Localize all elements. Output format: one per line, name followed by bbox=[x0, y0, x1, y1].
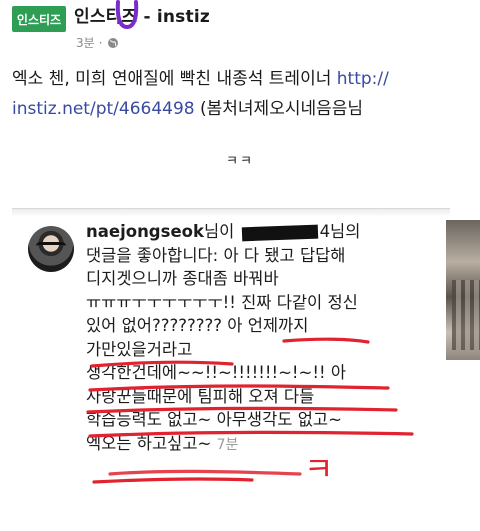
comment-line-8: 사랑꾼들때문에 팀피해 오져 다들 bbox=[86, 386, 315, 406]
comment-line-6: 가만있을거라고 bbox=[86, 339, 193, 359]
post-text-1: 엑소 첸, 미희 연애질에 빡친 내종석 트레이너 bbox=[12, 69, 337, 89]
comment-line-1: naejongseok님이 4님의 bbox=[86, 220, 446, 244]
post-text-2: (봄처녀제오시네음음님 bbox=[194, 99, 364, 119]
comment-notification: naejongseok님이 4님의 댓글을 좋아합니다: 아 다 됐고 답답해 … bbox=[86, 220, 446, 455]
post-meta: 3분 · bbox=[76, 34, 119, 51]
post-time[interactable]: 3분 bbox=[76, 34, 95, 51]
scribble-mark bbox=[115, 0, 139, 30]
comment-line10-text: 엑오는 하고싶고~ bbox=[86, 433, 212, 453]
comment-line-5: 있어 없어???????? 아 언제까지 bbox=[86, 316, 309, 335]
screenshot-edge bbox=[12, 209, 450, 217]
post-link-end[interactable]: instiz.net/pt/4664498 bbox=[12, 99, 195, 119]
comment-line-4: ㅠㅠㅠㅜㅜㅜㅜㅜㅜ!! 진짜 다같이 정신 bbox=[86, 292, 358, 312]
globe-icon bbox=[107, 37, 118, 48]
comment-time: 7분 bbox=[216, 436, 239, 453]
comment-mid: 님이 bbox=[203, 222, 240, 241]
comment-line-9: 학습능력도 없고~ 아무생각도 없고~ bbox=[86, 410, 342, 429]
comment-line-10: 엑오는 하고싶고~ 7분 bbox=[86, 432, 446, 456]
page-name[interactable]: 인스티즈 - instiz bbox=[74, 2, 210, 27]
comment-line-3: 디지겟으니까 종대좀 바꿔바 bbox=[86, 269, 279, 288]
post-kk: ㅋㅋ bbox=[226, 154, 254, 169]
comment-line-2: 댓글을 좋아합니다: 아 다 됐고 답답해 bbox=[86, 245, 346, 265]
glasses-shape bbox=[36, 242, 66, 253]
comment-line1-end: 4님의 bbox=[319, 222, 361, 241]
comment-line-7: 생각한건데에~~!!~!!!!!!!~!~!! 아 bbox=[86, 363, 347, 382]
post-line-2: instiz.net/pt/4664498 (봄처녀제오시네음음님 bbox=[12, 94, 480, 124]
post-line-1: 엑소 첸, 미희 연애질에 빡친 내종석 트레이너 http:// bbox=[12, 64, 480, 94]
post-body: 엑소 첸, 미희 연애질에 빡친 내종석 트레이너 http:// instiz… bbox=[12, 64, 480, 124]
page-avatar[interactable]: 인스티즈 bbox=[12, 6, 66, 32]
comment-username: naejongseok bbox=[86, 222, 204, 241]
post-link-start[interactable]: http:// bbox=[337, 69, 389, 89]
redacted-bar bbox=[241, 224, 318, 241]
side-thumbnail-detail bbox=[452, 280, 480, 350]
avatar bbox=[28, 226, 74, 272]
post-header: 인스티즈 인스티즈 - instiz 3분 · bbox=[0, 0, 480, 60]
page-avatar-text: 인스티즈 bbox=[16, 12, 62, 27]
